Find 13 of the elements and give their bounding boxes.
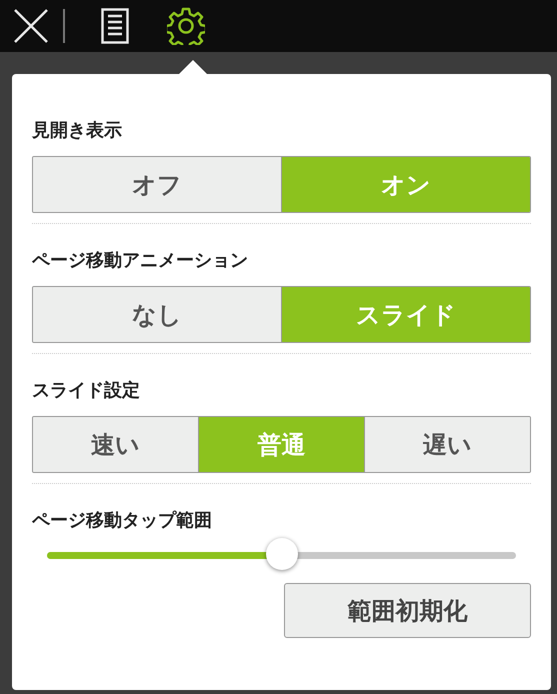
close-icon[interactable] [13,8,49,44]
segment-option[interactable]: 速い [33,417,198,472]
section-title: ページ移動アニメーション [32,249,249,272]
section-title: 見開き表示 [32,119,123,142]
segment-option[interactable]: なし [33,287,281,342]
section-title: ページ移動タップ範囲 [32,509,213,532]
segment-option[interactable]: オフ [33,157,281,212]
reset-button[interactable]: 範囲初期化 [284,583,531,638]
segment-option[interactable]: 遅い [364,417,530,472]
section-title: スライド設定 [32,379,141,402]
document-icon[interactable] [101,8,129,44]
settings-icon[interactable] [167,7,205,45]
slider-thumb[interactable] [266,538,298,570]
